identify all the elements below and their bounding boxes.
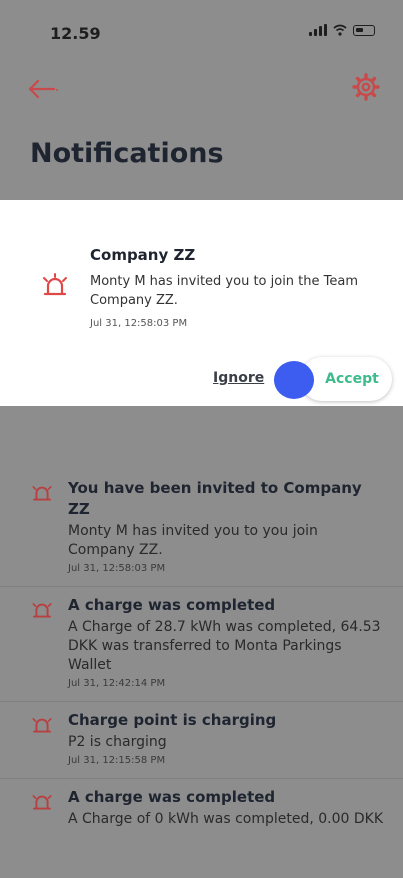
list-item[interactable]: Charge point is charging P2 is charging … bbox=[0, 702, 403, 779]
alarm-bell-icon bbox=[32, 718, 52, 733]
item-time: Jul 31, 12:58:03 PM bbox=[68, 563, 166, 574]
alarm-bell-icon bbox=[43, 273, 67, 296]
list-item[interactable]: A charge was completed A Charge of 28.7 … bbox=[0, 587, 403, 702]
list-item[interactable]: A charge was completed A Charge of 0 kWh… bbox=[0, 779, 403, 841]
notification-list: You have been invited to Company ZZ Mont… bbox=[0, 470, 403, 841]
alarm-bell-icon bbox=[32, 795, 52, 810]
item-title: A charge was completed bbox=[68, 788, 276, 806]
list-item[interactable]: You have been invited to Company ZZ Mont… bbox=[0, 470, 403, 587]
battery-icon bbox=[353, 24, 375, 36]
gear-icon[interactable] bbox=[351, 72, 381, 102]
status-icons bbox=[309, 24, 375, 36]
item-time: Jul 31, 12:15:58 PM bbox=[68, 755, 166, 766]
item-body: A Charge of 28.7 kWh was completed, 64.5… bbox=[68, 619, 381, 673]
alarm-bell-icon bbox=[32, 486, 52, 501]
alarm-bell-icon bbox=[32, 603, 52, 618]
item-body: A Charge of 0 kWh was completed, 0.00 DK… bbox=[68, 811, 384, 827]
item-title: Charge point is charging bbox=[68, 711, 277, 729]
page-title: Notifications bbox=[30, 138, 224, 169]
item-title: A charge was completed bbox=[68, 596, 276, 614]
signal-icon bbox=[309, 24, 327, 36]
status-bar: 12.59 bbox=[0, 0, 403, 60]
status-time: 12.59 bbox=[50, 24, 101, 43]
invite-time: Jul 31, 12:58:03 PM bbox=[90, 318, 188, 329]
top-nav bbox=[0, 70, 403, 110]
invite-card: Company ZZ Monty M has invited you to jo… bbox=[0, 200, 403, 406]
invite-body: Monty M has invited you to join the Team… bbox=[90, 274, 359, 308]
item-body: Monty M has invited you to you join Comp… bbox=[68, 523, 318, 558]
back-arrow-icon[interactable] bbox=[26, 74, 60, 104]
item-time: Jul 31, 12:42:14 PM bbox=[68, 678, 166, 689]
item-body: P2 is charging bbox=[68, 734, 167, 750]
ignore-button[interactable]: Ignore bbox=[213, 370, 264, 386]
wifi-icon bbox=[333, 24, 347, 36]
item-title: You have been invited to Company ZZ bbox=[68, 479, 362, 518]
touch-indicator bbox=[274, 361, 314, 399]
invite-title: Company ZZ bbox=[90, 246, 196, 264]
